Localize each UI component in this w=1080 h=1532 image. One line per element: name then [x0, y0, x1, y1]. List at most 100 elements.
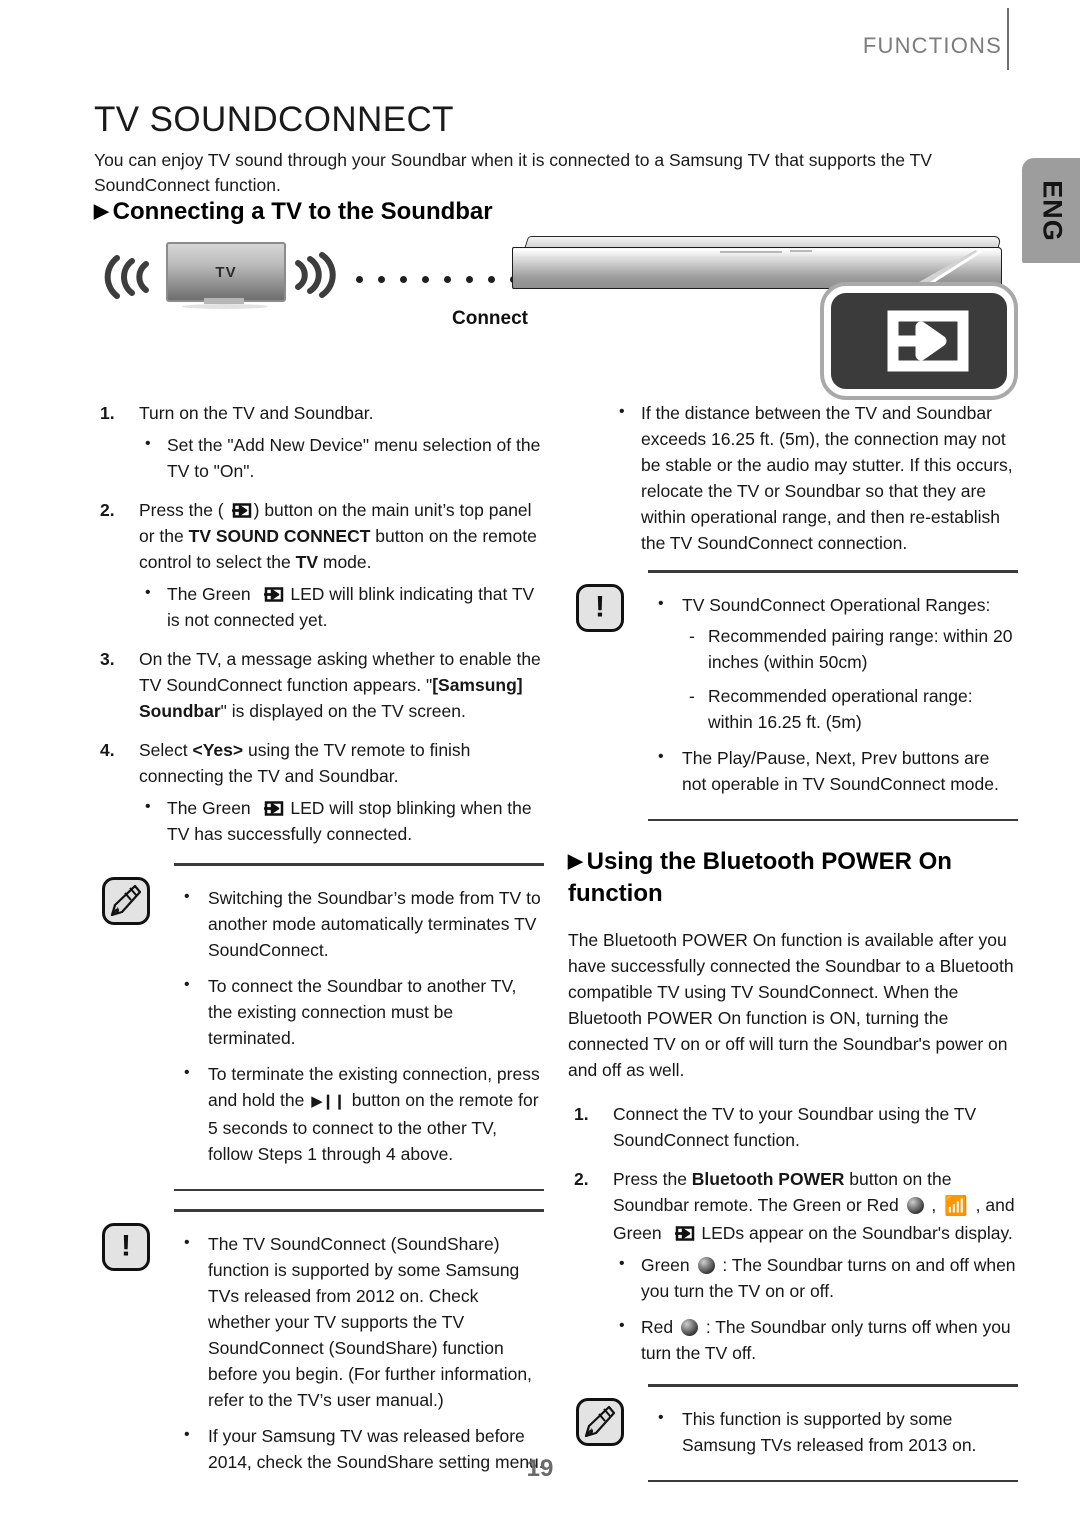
step-number: 4. — [100, 740, 115, 760]
step-bold: Bluetooth POWER — [691, 1169, 845, 1189]
step-text-end: mode. — [318, 552, 372, 572]
step-text-pre: Select — [139, 740, 193, 760]
step-2: 2. Press the Bluetooth POWER button on t… — [568, 1166, 1018, 1366]
play-pause-icon: ▶❙❙ — [311, 1093, 346, 1110]
range-item: Recommended operational range: within 16… — [682, 683, 1018, 735]
note-pen-icon — [576, 1398, 624, 1446]
operational-ranges-bullets: TV SoundConnect Operational Ranges: Reco… — [648, 591, 1018, 797]
step-4-bullets: The Green LED will stop blinking when th… — [139, 794, 544, 847]
step-number: 1. — [574, 1104, 589, 1124]
bullet-text-pre: The Green — [167, 584, 256, 604]
caution-box-top-rule — [648, 570, 1018, 573]
bullet: Switching the Soundbar’s mode from TV to… — [174, 884, 544, 963]
source-button-icon — [669, 1222, 695, 1241]
ranges-title: TV SoundConnect Operational Ranges: — [682, 595, 991, 615]
page-number: 19 — [526, 1455, 554, 1482]
step-number: 2. — [100, 500, 115, 520]
heading-connecting-tv-label: Connecting a TV to the Soundbar — [112, 198, 493, 225]
step-number: 1. — [100, 403, 115, 423]
step-text: Connect the TV to your Soundbar using th… — [613, 1104, 977, 1150]
bullet-text-pre: The Green — [167, 798, 256, 818]
tv-base — [182, 304, 268, 309]
bullet: The Green LED will blink indicating that… — [139, 580, 544, 633]
step-1: 1. Connect the TV to your Soundbar using… — [568, 1101, 1018, 1153]
step-bold-1: TV SOUND CONNECT — [188, 526, 371, 546]
sound-wave-right-icon — [295, 252, 336, 298]
language-tab-label: ENG — [1037, 179, 1068, 242]
note-box-left: Switching the Soundbar’s mode from TV to… — [94, 863, 544, 1191]
step-text-pre: Press the ( — [139, 500, 224, 520]
step-3: 3. On the TV, a message asking whether t… — [94, 646, 544, 724]
bullet: This function is supported by some Samsu… — [648, 1405, 1018, 1458]
caution-exclamation-icon — [102, 1223, 150, 1271]
note-box-top-rule — [648, 1384, 1018, 1387]
led-indicator-icon — [680, 1319, 698, 1336]
heading-connecting-tv: ▶ Connecting a TV to the Soundbar — [94, 197, 493, 229]
soundbar-top-marking-2 — [790, 250, 812, 252]
tv-sound-connect-source-icon — [824, 286, 1014, 396]
bullet: The Green LED will stop blinking when th… — [139, 794, 544, 847]
caution-box-right: TV SoundConnect Operational Ranges: Reco… — [568, 570, 1018, 821]
led-indicator-icon — [906, 1197, 924, 1214]
bluetooth-steps-list: 1. Connect the TV to your Soundbar using… — [568, 1101, 1018, 1366]
step-1-bullets: Set the "Add New Device" menu selection … — [139, 431, 544, 484]
heading-bluetooth-power: ▶ Using the Bluetooth POWER On function — [568, 847, 1018, 909]
step-text: Press the Bluetooth POWER button on the … — [613, 1169, 1015, 1243]
heading-bluetooth-power-label: Using the Bluetooth POWER On function — [568, 848, 952, 907]
note-box-bottom-rule — [174, 1188, 544, 1191]
caution-box-right-content: TV SoundConnect Operational Ranges: Reco… — [648, 570, 1018, 821]
step-1: 1. Turn on the TV and Soundbar. Set the … — [94, 400, 544, 484]
left-column: 1. Turn on the TV and Soundbar. Set the … — [94, 400, 544, 1499]
range-item: Recommended pairing range: within 20 inc… — [682, 623, 1018, 675]
bullet: The TV SoundConnect (SoundShare) functio… — [174, 1230, 544, 1413]
bullet-led-label: Red — [641, 1317, 678, 1337]
section-label: FUNCTIONS — [862, 33, 1002, 58]
step-text-post: LEDs appear on the Soundbar's display. — [696, 1223, 1013, 1243]
connection-illustration: TV Connect — [94, 236, 1014, 396]
ranges-list: Recommended pairing range: within 20 inc… — [682, 623, 1018, 735]
note-bullets: Switching the Soundbar’s mode from TV to… — [174, 884, 544, 1167]
soundbar-top-marking — [720, 251, 782, 253]
manual-page: FUNCTIONS ENG TV SOUNDCONNECT You can en… — [0, 0, 1080, 1532]
source-button-icon — [258, 797, 284, 816]
step-bold: <Yes> — [192, 740, 244, 760]
step-text: Turn on the TV and Soundbar. — [139, 403, 374, 423]
callout-leader-line — [915, 250, 982, 290]
step-2: 2. Press the () button on the main unit’… — [94, 497, 544, 633]
caution-box-top-rule — [174, 1209, 544, 1212]
step-text-mid2: , — [926, 1195, 942, 1215]
soundbar-illustration — [512, 236, 1003, 292]
bullet: If the distance between the TV and Sound… — [613, 399, 1018, 556]
note-box-top-rule — [174, 863, 544, 866]
step-4: 4. Select <Yes> using the TV remote to f… — [94, 737, 544, 847]
step-2-bullets: The Green LED will blink indicating that… — [139, 580, 544, 633]
intro-paragraph: You can enjoy TV sound through your Soun… — [94, 150, 932, 195]
tv-label: TV — [215, 263, 237, 281]
step-text: Press the () button on the main unit’s t… — [139, 500, 537, 572]
triangle-bullet-icon: ▶ — [568, 851, 583, 872]
step-text-pre: Press the — [613, 1169, 692, 1189]
step-text-post: " is displayed on the TV screen. — [220, 701, 466, 721]
source-button-icon — [258, 583, 284, 602]
bullet: Red : The Soundbar only turns off when y… — [613, 1313, 1018, 1366]
tv-illustration: TV — [166, 242, 286, 302]
page-title: TV SOUNDCONNECT — [94, 100, 454, 139]
bullet: Green : The Soundbar turns on and off wh… — [613, 1251, 1018, 1304]
triangle-bullet-icon: ▶ — [94, 201, 109, 222]
led-indicator-icon — [697, 1257, 715, 1274]
right-top-bullets: If the distance between the TV and Sound… — [568, 399, 1018, 556]
step-text: Select <Yes> using the TV remote to fini… — [139, 740, 470, 786]
bluetooth-intro-paragraph: The Bluetooth POWER On function is avail… — [568, 930, 1014, 1080]
bullet: To terminate the existing connection, pr… — [174, 1060, 544, 1167]
step-2-bullets: Green : The Soundbar turns on and off wh… — [613, 1251, 1018, 1366]
bullet-led-label: Green — [641, 1255, 695, 1275]
step-number: 2. — [574, 1169, 589, 1189]
bluetooth-icon: 📶 — [944, 1196, 968, 1217]
right-column: If the distance between the TV and Sound… — [568, 399, 1018, 1482]
step-number: 3. — [100, 649, 115, 669]
note-bullets: This function is supported by some Samsu… — [648, 1405, 1018, 1458]
connecting-steps-list: 1. Turn on the TV and Soundbar. Set the … — [94, 400, 544, 847]
caution-bullets: The TV SoundConnect (SoundShare) functio… — [174, 1230, 544, 1475]
bullet: The Play/Pause, Next, Prev buttons are n… — [648, 744, 1018, 797]
note-box-left-content: Switching the Soundbar’s mode from TV to… — [174, 863, 544, 1191]
